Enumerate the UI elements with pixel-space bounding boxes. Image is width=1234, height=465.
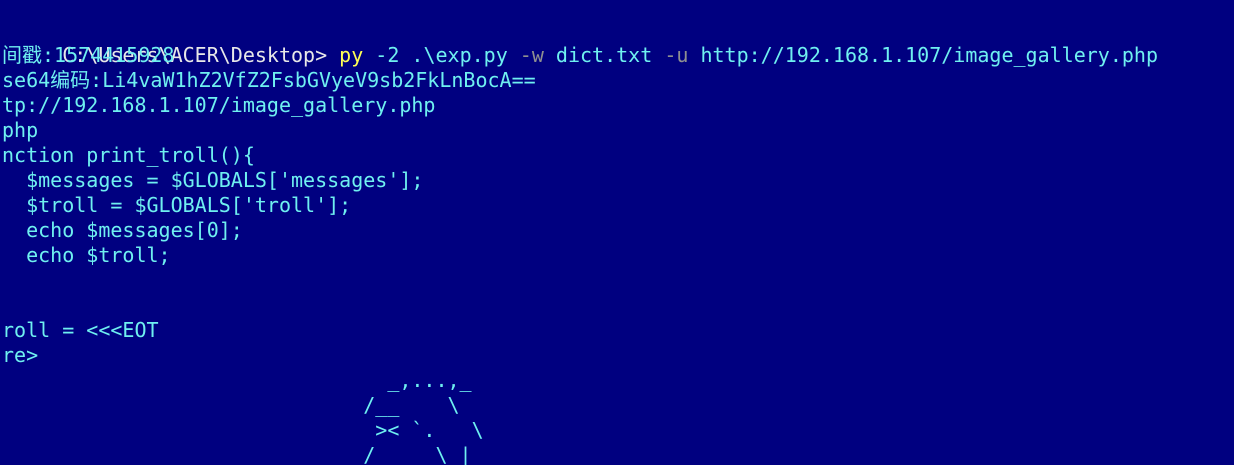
command-line: C:\Users\ACER\Desktop> py -2 .\exp.py -w…	[2, 18, 1158, 67]
output-line: tp://192.168.1.107/image_gallery.php	[2, 93, 436, 117]
ascii-art-line: >< `. \	[2, 418, 484, 442]
terminal-window[interactable]: C:\Users\ACER\Desktop> py -2 .\exp.py -w…	[0, 0, 1234, 465]
output-line: 间戳:1574415928	[2, 43, 175, 67]
output-line: re>	[2, 343, 39, 367]
output-line: echo $messages[0];	[2, 218, 243, 242]
ascii-art-line: / \ |	[2, 443, 472, 465]
output-line: php	[2, 118, 39, 142]
output-line: echo $troll;	[2, 243, 171, 267]
output-line: se64编码:Li4vaW1hZ2VfZ2FsbGVyeV9sb2FkLnBoc…	[2, 68, 536, 92]
command-arg-script: .\exp.py	[399, 43, 520, 67]
output-line: nction print_troll(){	[2, 143, 255, 167]
command-flag-u: -u	[664, 43, 689, 67]
ascii-art-line: /__ \	[2, 393, 460, 417]
command-arg-url: http://192.168.1.107/image_gallery.php	[688, 43, 1159, 67]
output-line: $messages = $GLOBALS['messages'];	[2, 168, 424, 192]
command-flag-w: -w	[519, 43, 544, 67]
ascii-art-line: _,...,_	[2, 368, 472, 392]
output-line: roll = <<<EOT	[2, 318, 159, 342]
command-arg-dict: dict.txt	[543, 43, 665, 67]
output-line: $troll = $GLOBALS['troll'];	[2, 193, 352, 217]
command-arg-version: -2	[363, 43, 400, 67]
command-executable: py	[339, 43, 364, 67]
